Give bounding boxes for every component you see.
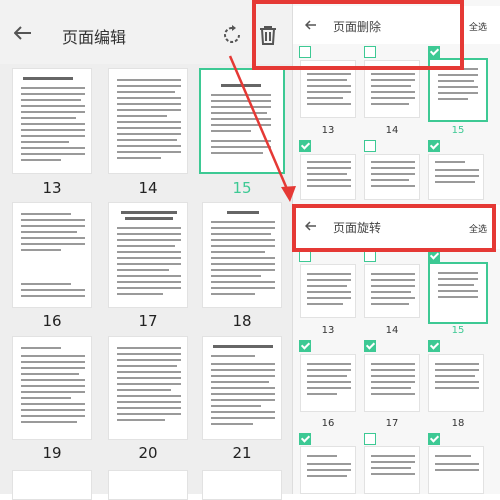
annotation-arrows [228,55,296,202]
